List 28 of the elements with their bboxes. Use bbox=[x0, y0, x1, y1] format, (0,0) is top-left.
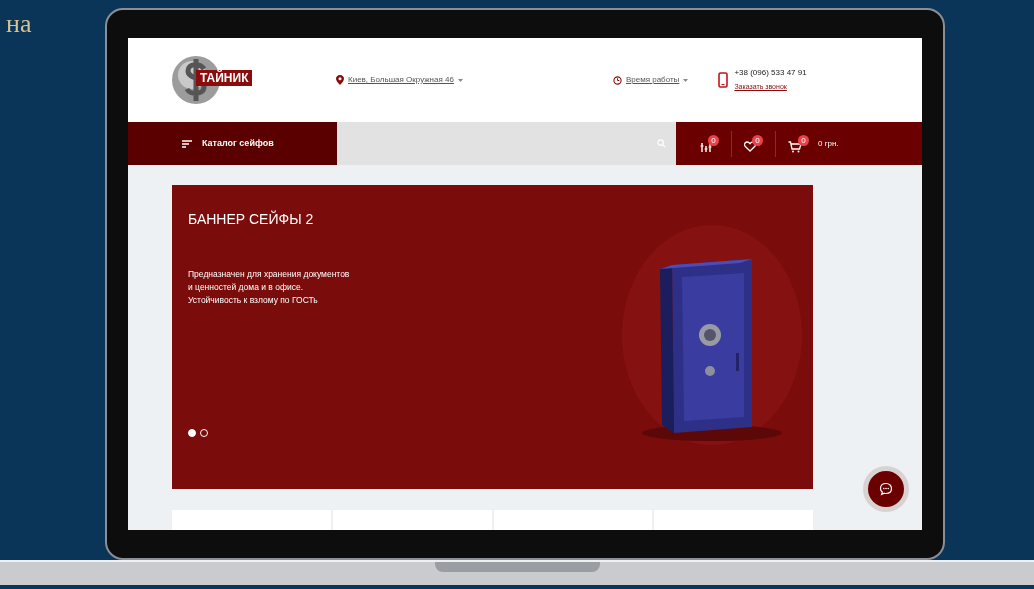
caret-icon bbox=[457, 78, 463, 82]
heart-icon bbox=[744, 141, 756, 152]
compare-button[interactable]: 0 bbox=[700, 134, 719, 153]
catalog-button[interactable]: Каталог сейфов bbox=[128, 122, 337, 165]
search-field[interactable] bbox=[337, 122, 676, 165]
working-hours-link[interactable]: Время работы bbox=[625, 74, 680, 86]
logo: ТАЙНИК bbox=[170, 51, 256, 109]
cart-icon bbox=[788, 140, 802, 153]
chat-button[interactable] bbox=[863, 466, 909, 512]
chat-bubble-icon bbox=[879, 482, 893, 496]
compare-icon bbox=[700, 140, 712, 153]
count-badge: 0 bbox=[708, 134, 719, 146]
cart-button[interactable]: 0 bbox=[788, 134, 809, 153]
phone-icon bbox=[718, 72, 729, 88]
address-link[interactable]: Киев, Большая Окружная 46 bbox=[348, 74, 454, 86]
heading-text: на bbox=[6, 9, 32, 38]
cart-total: 0 грн. bbox=[818, 137, 839, 150]
phone-number: +38 (096) 533 47 91 bbox=[734, 67, 807, 80]
caret-icon bbox=[683, 78, 689, 82]
location-pin-icon bbox=[336, 75, 344, 85]
count-badge: 0 bbox=[752, 135, 763, 146]
count-badge: 0 bbox=[798, 134, 809, 146]
clock-icon bbox=[612, 75, 622, 85]
banner-title: БАННЕР СЕЙФЫ 2 bbox=[188, 209, 315, 229]
menu-icon bbox=[182, 139, 192, 148]
search-icon bbox=[657, 139, 666, 148]
banner-description: Предназначен для хранения документов и ценностей дома и в офисе. Устойчивость к взлому по ГОСТь bbox=[188, 268, 351, 307]
wishlist-button[interactable]: 0 bbox=[744, 135, 763, 152]
